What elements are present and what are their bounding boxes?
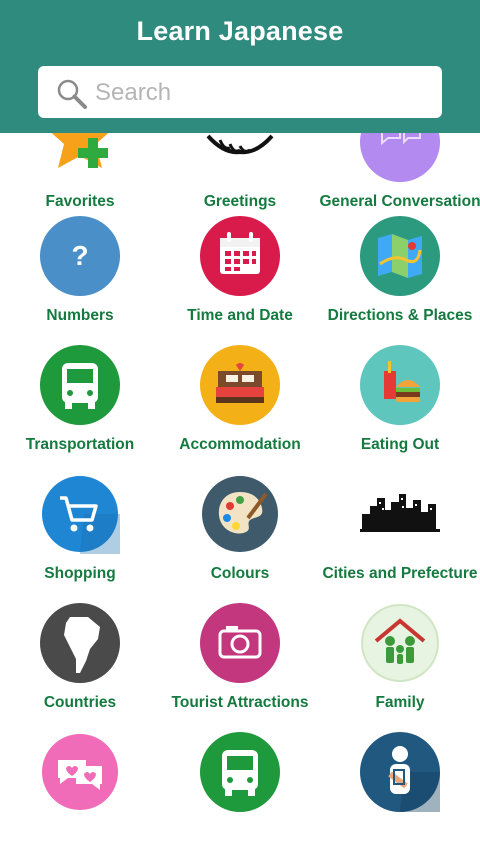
- category-item-18[interactable]: [320, 732, 480, 861]
- family-house-icon: [361, 604, 439, 682]
- burger-drink-icon: [360, 345, 440, 425]
- svg-text:?: ?: [71, 240, 88, 271]
- category-eating-out[interactable]: Eating Out: [320, 345, 480, 474]
- bus-icon: [200, 732, 280, 812]
- category-time-and-date[interactable]: Time and Date: [160, 216, 320, 345]
- search-input[interactable]: [93, 66, 427, 120]
- category-transportation[interactable]: Transportation: [0, 345, 160, 474]
- category-tourist-attractions[interactable]: Tourist Attractions: [160, 603, 320, 732]
- city-skyline-icon: [360, 494, 440, 532]
- category-family[interactable]: Family: [320, 603, 480, 732]
- calendar-icon: [200, 216, 280, 296]
- injured-person-icon: [360, 732, 440, 812]
- question-mark-icon: ?: [40, 216, 120, 296]
- category-accommodation[interactable]: Accommodation: [160, 345, 320, 474]
- category-cities-prefecture[interactable]: Cities and Prefecture: [320, 474, 480, 603]
- app-title: Learn Japanese: [136, 16, 344, 46]
- map-icon: [360, 216, 440, 296]
- search-bar[interactable]: [38, 66, 442, 120]
- category-label: Numbers: [46, 307, 114, 324]
- app-header: Learn Japanese: [0, 0, 480, 133]
- category-label: Favorites: [45, 193, 115, 210]
- category-label: Time and Date: [187, 307, 293, 324]
- category-colours[interactable]: Colours: [160, 474, 320, 603]
- category-label: Countries: [43, 694, 117, 711]
- category-label: Tourist Attractions: [171, 694, 309, 711]
- category-shopping[interactable]: Shopping: [0, 474, 160, 603]
- south-america-map-icon: [40, 603, 120, 683]
- category-countries[interactable]: Countries: [0, 603, 160, 732]
- shopping-cart-icon: [42, 476, 120, 554]
- category-item-17[interactable]: [160, 732, 320, 861]
- category-label: General Conversation: [319, 193, 480, 210]
- search-icon: [57, 79, 87, 109]
- bed-icon: [200, 345, 280, 425]
- category-directions-places[interactable]: Directions & Places: [320, 216, 480, 345]
- category-item-16[interactable]: [0, 732, 160, 861]
- category-label: Accommodation: [179, 436, 301, 453]
- category-label: Shopping: [44, 565, 116, 582]
- category-label: Directions & Places: [327, 307, 473, 324]
- category-label: Eating Out: [360, 436, 440, 453]
- category-label: Transportation: [25, 436, 135, 453]
- category-numbers[interactable]: ? Numbers: [0, 216, 160, 345]
- paint-palette-icon: [202, 476, 278, 552]
- camera-icon: [200, 603, 280, 683]
- category-label: Greetings: [203, 193, 277, 210]
- category-label: Family: [375, 694, 425, 711]
- bus-icon: [40, 345, 120, 425]
- category-label: Cities and Prefecture: [322, 565, 478, 582]
- category-label: Colours: [210, 565, 270, 582]
- chat-hearts-icon: [42, 734, 118, 810]
